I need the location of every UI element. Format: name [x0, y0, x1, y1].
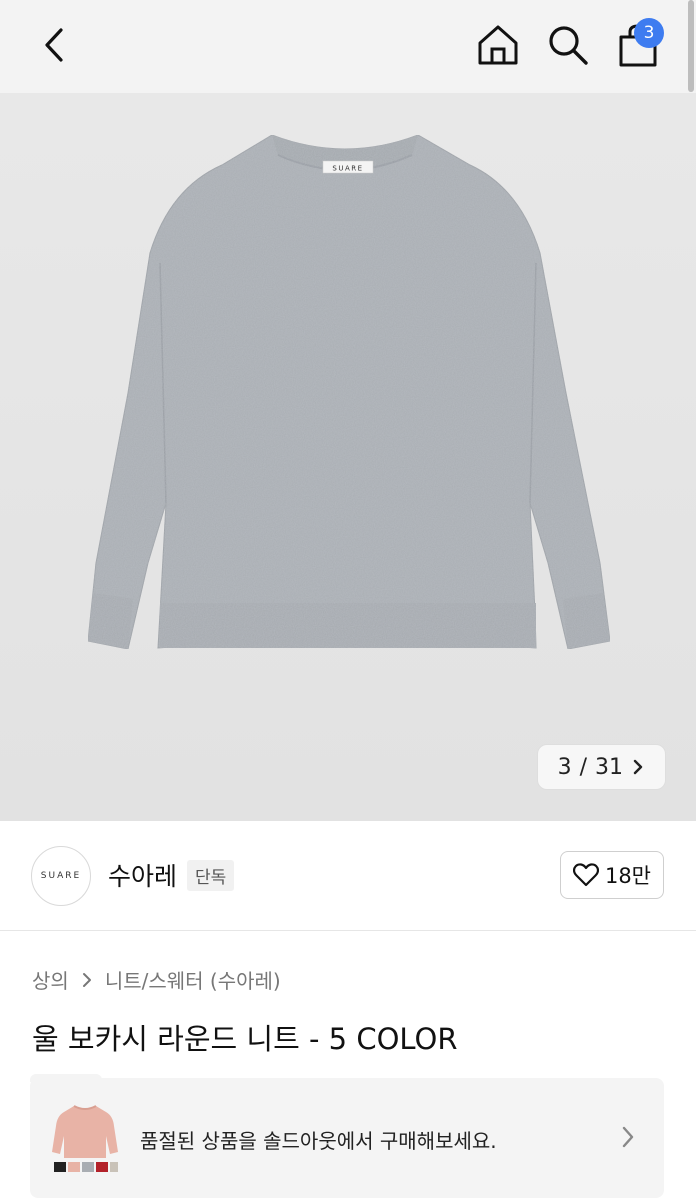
product-title: 울 보카시 라운드 니트 - 5 COLOR	[32, 1022, 458, 1056]
exclusive-badge: 단독	[187, 860, 235, 891]
chevron-right-icon	[82, 972, 91, 987]
chevron-left-icon	[45, 28, 63, 62]
brand-name-link[interactable]: 수아레	[108, 857, 177, 893]
home-icon	[478, 25, 518, 65]
like-button[interactable]: 18만	[559, 851, 664, 899]
top-navigation-bar: 3	[0, 0, 696, 93]
search-button[interactable]	[538, 14, 598, 76]
scrollbar[interactable]	[688, 0, 694, 92]
product-thumbnail	[52, 1105, 118, 1172]
cart-count-badge: 3	[634, 18, 664, 48]
image-total-count: 31	[595, 754, 623, 780]
search-icon	[549, 26, 588, 65]
back-button[interactable]	[24, 14, 84, 76]
chevron-right-icon	[622, 1126, 634, 1148]
cart-button[interactable]: 3	[608, 14, 668, 76]
breadcrumb-category-top[interactable]: 상의	[32, 965, 69, 994]
soldout-message: 품절된 상품을 솔드아웃에서 구매해보세요.	[140, 1129, 497, 1153]
heart-icon	[572, 863, 599, 887]
soldout-banner[interactable]: 품절된 상품을 솔드아웃에서 구매해보세요.	[30, 1078, 664, 1198]
breadcrumb: 상의 니트/스웨터 (수아레)	[32, 965, 281, 994]
chevron-right-icon	[633, 759, 643, 775]
product-image-carousel[interactable]: SUARE 3 / 31	[0, 93, 696, 821]
brand-logo-text: SUARE	[40, 871, 82, 881]
breadcrumb-category-knit[interactable]: 니트/스웨터 (수아레)	[105, 965, 281, 994]
brand-section: SUARE 수아레 단독 18만	[0, 821, 696, 931]
garment-label: SUARE	[332, 165, 363, 173]
image-current-index: 3	[557, 754, 572, 780]
brand-logo[interactable]: SUARE	[31, 846, 91, 906]
image-page-counter[interactable]: 3 / 31	[536, 744, 666, 790]
like-count: 18만	[604, 864, 651, 888]
product-image: SUARE	[87, 134, 611, 650]
image-index-separator: /	[579, 754, 587, 780]
home-button[interactable]	[468, 14, 528, 76]
